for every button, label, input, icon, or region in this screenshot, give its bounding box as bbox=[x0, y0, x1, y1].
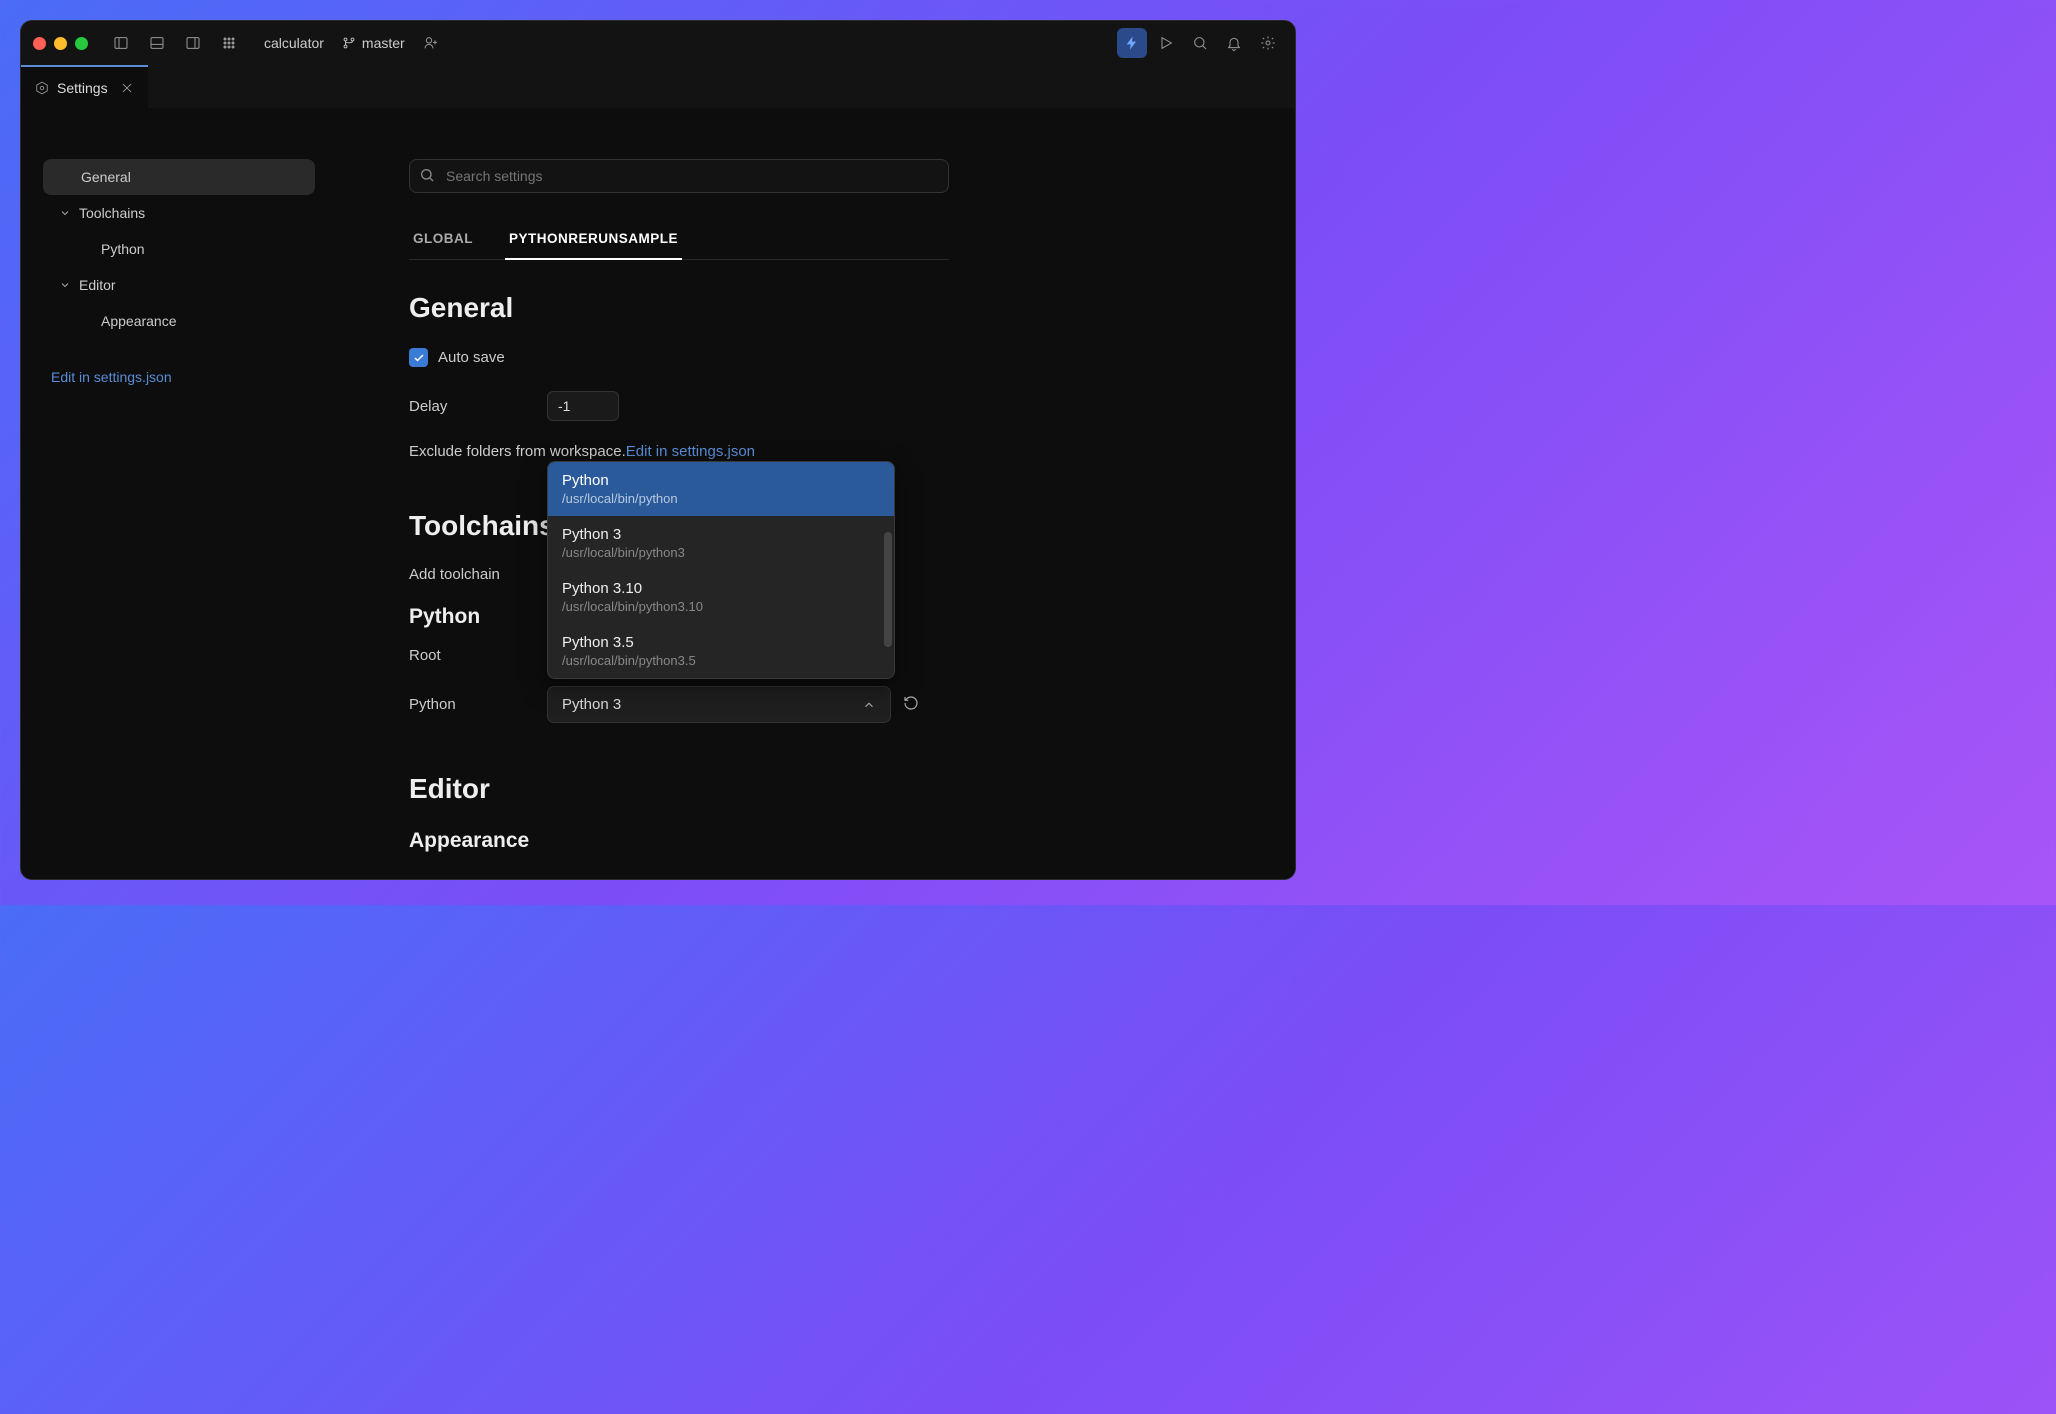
project-name[interactable]: calculator bbox=[264, 35, 324, 51]
search-icon[interactable] bbox=[1185, 28, 1215, 58]
dropdown-option-path: /usr/local/bin/python3.10 bbox=[562, 599, 880, 614]
sidebar-item-editor[interactable]: Editor bbox=[43, 267, 315, 303]
python-select[interactable]: Python 3 bbox=[547, 686, 891, 723]
dropdown-option-name: Python 3.10 bbox=[562, 580, 880, 597]
section-title-editor: Editor bbox=[409, 773, 949, 805]
delay-input[interactable] bbox=[547, 391, 619, 421]
content-area: General Toolchains Python Editor Appeara… bbox=[21, 109, 1295, 879]
settings-main: GLOBAL PYTHONRERUNSAMPLE General Auto sa… bbox=[337, 109, 1295, 879]
exclude-edit-link[interactable]: Edit in settings.json bbox=[626, 443, 755, 460]
sidebar-item-label: General bbox=[81, 169, 131, 185]
delay-label: Delay bbox=[409, 398, 547, 415]
branch-name: master bbox=[362, 35, 405, 51]
maximize-window-button[interactable] bbox=[75, 37, 88, 50]
dropdown-item-python[interactable]: Python /usr/local/bin/python bbox=[548, 462, 894, 516]
dropdown-item-python310[interactable]: Python 3.10 /usr/local/bin/python3.10 bbox=[548, 570, 894, 624]
panel-left-icon[interactable] bbox=[106, 28, 136, 58]
section-title-general: General bbox=[409, 292, 949, 324]
auto-save-checkbox[interactable] bbox=[409, 348, 428, 367]
add-toolchain-label: Add toolchain bbox=[409, 566, 500, 583]
scope-tab-global[interactable]: GLOBAL bbox=[409, 231, 477, 259]
chevron-down-icon bbox=[59, 207, 71, 219]
sidebar-item-label: Appearance bbox=[101, 313, 177, 329]
check-icon bbox=[413, 352, 425, 364]
exclude-folders-text: Exclude folders from workspace. bbox=[409, 443, 626, 460]
tab-title: Settings bbox=[57, 80, 108, 96]
branch-indicator[interactable]: master bbox=[342, 35, 405, 51]
bell-icon[interactable] bbox=[1219, 28, 1249, 58]
dropdown-scrollbar[interactable] bbox=[884, 532, 892, 647]
titlebar: calculator master bbox=[21, 21, 1295, 65]
python-label: Python bbox=[409, 696, 547, 713]
minimize-window-button[interactable] bbox=[54, 37, 67, 50]
reset-icon[interactable] bbox=[903, 695, 919, 715]
chevron-down-icon bbox=[59, 279, 71, 291]
scope-tab-project[interactable]: PYTHONRERUNSAMPLE bbox=[505, 231, 682, 260]
root-label: Root bbox=[409, 647, 547, 664]
app-window: calculator master Settings Ge bbox=[20, 20, 1296, 880]
settings-sidebar: General Toolchains Python Editor Appeara… bbox=[21, 109, 337, 879]
sidebar-item-label: Python bbox=[101, 241, 145, 257]
sidebar-item-general[interactable]: General bbox=[43, 159, 315, 195]
close-window-button[interactable] bbox=[33, 37, 46, 50]
sidebar-item-toolchains[interactable]: Toolchains bbox=[43, 195, 315, 231]
auto-save-label: Auto save bbox=[438, 349, 505, 366]
subsection-title-appearance: Appearance bbox=[409, 829, 949, 853]
edit-settings-json-link[interactable]: Edit in settings.json bbox=[43, 369, 315, 385]
chevron-up-icon bbox=[862, 698, 876, 712]
dropdown-option-path: /usr/local/bin/python3.5 bbox=[562, 653, 880, 668]
dropdown-option-path: /usr/local/bin/python3 bbox=[562, 545, 880, 560]
bolt-icon[interactable] bbox=[1117, 28, 1147, 58]
grid-icon[interactable] bbox=[214, 28, 244, 58]
settings-tab-icon bbox=[35, 81, 49, 95]
dropdown-option-name: Python 3 bbox=[562, 526, 880, 543]
dropdown-option-name: Python 3.5 bbox=[562, 634, 880, 651]
close-tab-icon[interactable] bbox=[120, 81, 134, 95]
dropdown-option-name: Python bbox=[562, 472, 880, 489]
scope-tabs: GLOBAL PYTHONRERUNSAMPLE bbox=[409, 231, 949, 260]
sidebar-item-python[interactable]: Python bbox=[43, 231, 315, 267]
panel-bottom-icon[interactable] bbox=[142, 28, 172, 58]
dropdown-item-python35[interactable]: Python 3.5 /usr/local/bin/python3.5 bbox=[548, 624, 894, 678]
sidebar-item-appearance[interactable]: Appearance bbox=[43, 303, 315, 339]
dropdown-item-python3[interactable]: Python 3 /usr/local/bin/python3 bbox=[548, 516, 894, 570]
play-icon[interactable] bbox=[1151, 28, 1181, 58]
sidebar-item-label: Editor bbox=[79, 277, 116, 293]
git-branch-icon bbox=[342, 36, 356, 50]
search-input[interactable] bbox=[409, 159, 949, 193]
panel-right-icon[interactable] bbox=[178, 28, 208, 58]
sidebar-item-label: Toolchains bbox=[79, 205, 145, 221]
traffic-lights bbox=[33, 37, 88, 50]
gear-icon[interactable] bbox=[1253, 28, 1283, 58]
tabs-bar: Settings bbox=[21, 65, 1295, 109]
python-select-value: Python 3 bbox=[562, 696, 621, 713]
tab-settings[interactable]: Settings bbox=[21, 65, 148, 108]
python-dropdown: Python /usr/local/bin/python Python 3 /u… bbox=[547, 461, 895, 679]
search-icon bbox=[419, 167, 435, 183]
dropdown-option-path: /usr/local/bin/python bbox=[562, 491, 880, 506]
add-collaborator-icon[interactable] bbox=[423, 35, 439, 51]
